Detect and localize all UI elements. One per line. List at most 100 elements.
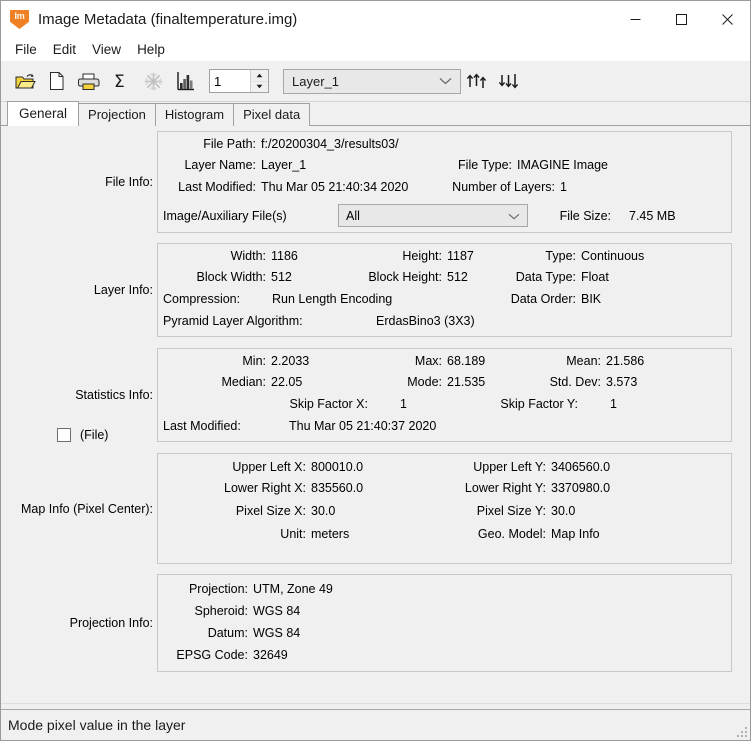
pyramid-layer-algorithm-label: Pyramid Layer Algorithm: (163, 314, 303, 328)
stepper-up-button[interactable] (251, 70, 268, 82)
epsg-code-label: EPSG Code: (176, 648, 248, 662)
projection-label: Projection: (188, 582, 248, 596)
pyramid-layer-algorithm-value: ErdasBino3 (3X3) (376, 314, 475, 328)
mode-label: Mode: (407, 375, 442, 389)
status-bar: Mode pixel value in the layer (1, 709, 750, 740)
file-stats-checkbox-label: (File) (80, 428, 109, 442)
block-width-value: 512 (271, 270, 292, 284)
mean-label: Mean: (566, 354, 601, 368)
file-size-label: File Size: (559, 209, 611, 223)
layer-number-stepper[interactable] (209, 69, 269, 93)
minimize-button[interactable] (612, 1, 658, 38)
upper-left-y-value: 3406560.0 (551, 460, 611, 474)
median-label: Median: (221, 375, 266, 389)
width-label: Width: (230, 249, 266, 263)
compression-label: Compression: (163, 292, 241, 306)
file-size-value: 7.45 MB (629, 209, 676, 223)
aux-files-label: Image/Auxiliary File(s) (163, 209, 287, 223)
std-dev-value: 3.573 (606, 375, 638, 389)
type-label: Type: (545, 249, 576, 263)
layer-select[interactable]: Layer_1 (283, 68, 461, 94)
aux-files-select[interactable]: All (338, 204, 528, 227)
stepper-down-button[interactable] (251, 82, 268, 93)
skip-factor-x-value: 1 (400, 397, 407, 411)
projection-info-label: Projection Info: (69, 616, 153, 630)
height-label: Height: (402, 249, 442, 263)
min-value: 2.2033 (271, 354, 310, 368)
height-value: 1187 (447, 249, 474, 263)
file-stats-checkbox-row[interactable]: (File) (57, 428, 108, 442)
number-of-layers-label: Number of Layers: (452, 180, 555, 194)
upper-left-y-label: Upper Left Y: (473, 460, 546, 474)
layer-number-input[interactable] (210, 70, 250, 92)
spheroid-label: Spheroid: (194, 604, 248, 618)
geo-model-label: Geo. Model: (477, 527, 546, 541)
geo-model-value: Map Info (551, 527, 600, 541)
open-folder-icon[interactable] (9, 66, 41, 96)
app-icon: Im (10, 10, 29, 29)
file-info-section: File Info: File Path: f:/20200304_3/resu… (1, 131, 738, 233)
map-info-group: Upper Left X: 800010.0 Upper Left Y: 340… (157, 453, 732, 564)
app-icon-label: Im (14, 11, 25, 21)
menu-edit[interactable]: Edit (45, 40, 84, 59)
mode-value: 21.535 (447, 375, 486, 389)
upper-left-x-value: 800010.0 (311, 460, 364, 474)
skip-factor-y-value: 1 (610, 397, 617, 411)
upper-left-x-label: Upper Left X: (232, 460, 306, 474)
datum-value: WGS 84 (253, 626, 301, 640)
layer-info-section: Layer Info: Width: 1186 Height: 1187 Typ… (1, 243, 738, 337)
print-icon[interactable] (73, 66, 105, 96)
number-of-layers-value: 1 (560, 180, 567, 194)
move-layer-up-icon[interactable] (461, 66, 493, 96)
close-button[interactable] (704, 1, 750, 38)
width-value: 1186 (271, 249, 298, 263)
aux-files-value: All (346, 208, 360, 223)
spheroid-value: WGS 84 (253, 604, 301, 618)
statistics-info-section: Statistics Info: Min: 2.2033 Max: 68.189… (1, 348, 738, 442)
pixel-size-x-label: Pixel Size X: (235, 504, 306, 518)
menu-file[interactable]: File (7, 40, 45, 59)
histogram-chart-icon[interactable] (169, 66, 201, 96)
data-order-label: Data Order: (510, 292, 576, 306)
epsg-code-value: 32649 (253, 648, 288, 662)
pixel-size-y-label: Pixel Size Y: (476, 504, 546, 518)
block-height-label: Block Height: (368, 270, 442, 284)
maximize-button[interactable] (658, 1, 704, 38)
chevron-down-icon (439, 74, 452, 88)
menu-view[interactable]: View (84, 40, 129, 59)
menu-help[interactable]: Help (129, 40, 173, 59)
snowflake-icon[interactable] (137, 66, 169, 96)
min-label: Min: (242, 354, 266, 368)
file-type-label: File Type: (458, 158, 512, 172)
file-stats-checkbox[interactable] (57, 428, 71, 442)
projection-info-group: Projection: UTM, Zone 49 Spheroid: WGS 8… (157, 574, 732, 672)
median-value: 22.05 (271, 375, 303, 389)
data-order-value: BIK (581, 292, 602, 306)
map-info-label: Map Info (Pixel Center): (21, 501, 153, 516)
lower-right-x-label: Lower Right X: (224, 481, 306, 495)
lower-right-y-value: 3370980.0 (551, 481, 611, 495)
file-type-value: IMAGINE Image (517, 158, 608, 172)
tab-histogram[interactable]: Histogram (154, 103, 235, 126)
lower-right-y-label: Lower Right Y: (464, 481, 546, 495)
layer-select-value: Layer_1 (292, 73, 339, 89)
window-controls (612, 1, 750, 38)
max-label: Max: (414, 354, 442, 368)
stats-last-modified-label: Last Modified: (163, 419, 241, 433)
tab-projection[interactable]: Projection (78, 103, 156, 126)
tab-general[interactable]: General (7, 101, 80, 126)
layer-info-label: Layer Info: (93, 283, 153, 297)
tab-strip: General Projection Histogram Pixel data (1, 101, 750, 126)
data-type-label: Data Type: (515, 270, 576, 284)
resize-grip[interactable] (735, 725, 747, 737)
layer-info-group: Width: 1186 Height: 1187 Type: Continuou… (157, 243, 732, 337)
file-path-label: File Path: (203, 137, 256, 151)
stats-last-modified-value: Thu Mar 05 21:40:37 2020 (289, 419, 437, 433)
sigma-statistics-icon[interactable]: Σ (105, 66, 137, 96)
new-file-icon[interactable] (41, 66, 73, 96)
toolbar: Σ 1 Layer_1 (1, 61, 750, 102)
tab-pixel-data[interactable]: Pixel data (233, 103, 311, 126)
block-height-value: 512 (447, 270, 468, 284)
menu-bar: File Edit View Help (1, 38, 750, 61)
move-layer-down-icon[interactable] (493, 66, 525, 96)
